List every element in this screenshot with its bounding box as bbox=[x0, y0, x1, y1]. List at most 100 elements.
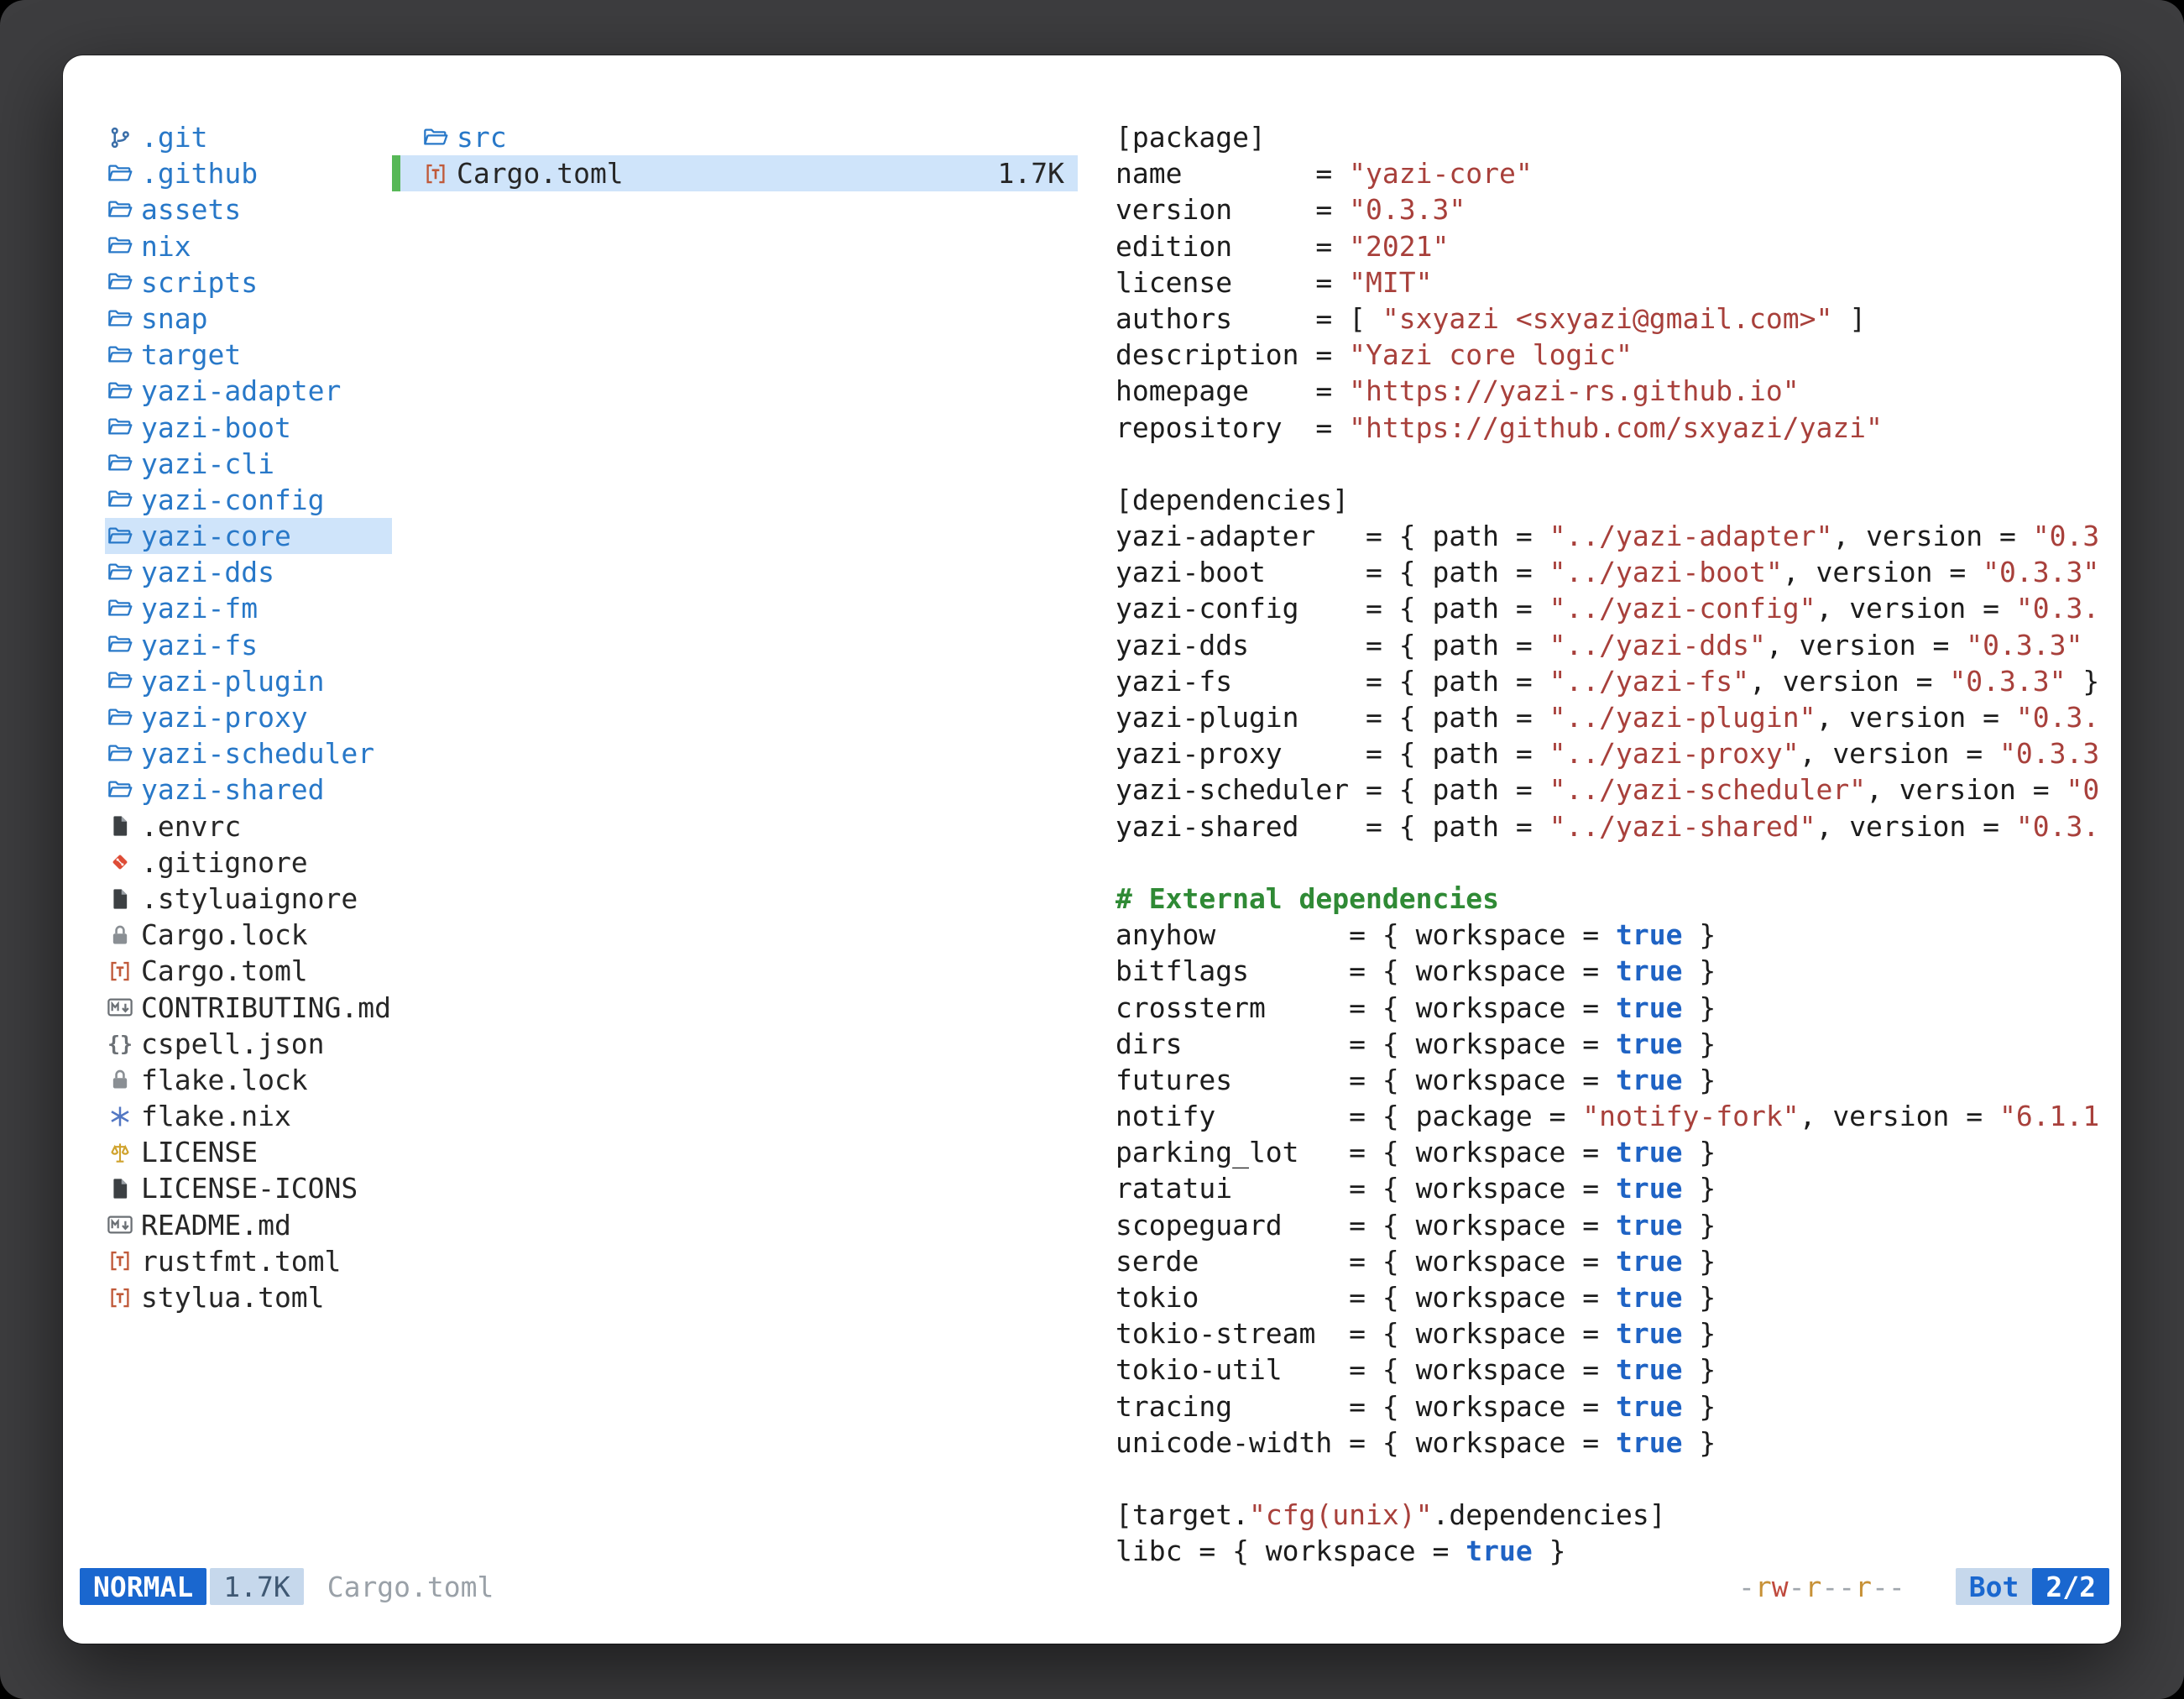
preview-line: repository = "https://github.com/sxyazi/… bbox=[1116, 410, 2121, 446]
folder-icon bbox=[105, 667, 135, 694]
parent-row-.envrc[interactable]: .envrc bbox=[105, 808, 392, 844]
toml-icon bbox=[105, 959, 135, 984]
preview-line: yazi-config = { path = "../yazi-config",… bbox=[1116, 590, 2121, 626]
preview-line: yazi-scheduler = { path = "../yazi-sched… bbox=[1116, 771, 2121, 808]
preview-line: yazi-dds = { path = "../yazi-dds", versi… bbox=[1116, 627, 2121, 663]
parent-row-.github[interactable]: .github bbox=[105, 155, 392, 191]
parent-row-yazi-config[interactable]: yazi-config bbox=[105, 482, 392, 518]
preview-line: edition = "2021" bbox=[1116, 228, 2121, 264]
parent-row-cspell.json[interactable]: {}cspell.json bbox=[105, 1026, 392, 1062]
file-name: yazi-proxy bbox=[141, 699, 308, 735]
status-filename: Cargo.toml bbox=[327, 1571, 494, 1603]
parent-row-yazi-plugin[interactable]: yazi-plugin bbox=[105, 663, 392, 699]
current-row-src[interactable]: src bbox=[392, 119, 1078, 155]
parent-row-snap[interactable]: snap bbox=[105, 301, 392, 337]
parent-row-README.md[interactable]: README.md bbox=[105, 1207, 392, 1243]
folder-icon bbox=[105, 559, 135, 586]
parent-row-rustfmt.toml[interactable]: rustfmt.toml bbox=[105, 1243, 392, 1279]
parent-row-yazi-proxy[interactable]: yazi-proxy bbox=[105, 699, 392, 735]
file-name: yazi-scheduler bbox=[141, 735, 374, 771]
parent-row-.gitignore[interactable]: .gitignore bbox=[105, 844, 392, 881]
preview-line: # External dependencies bbox=[1116, 881, 2121, 917]
parent-row-target[interactable]: target bbox=[105, 337, 392, 373]
preview-line: yazi-plugin = { path = "../yazi-plugin",… bbox=[1116, 699, 2121, 735]
file-name: yazi-dds bbox=[141, 554, 274, 590]
preview-line: tokio-stream = { workspace = true } bbox=[1116, 1315, 2121, 1351]
current-row-Cargo.toml[interactable]: Cargo.toml1.7K bbox=[392, 155, 1078, 191]
file-name: rustfmt.toml bbox=[141, 1243, 341, 1279]
preview-line: notify = { package = "notify-fork", vers… bbox=[1116, 1098, 2121, 1134]
preview-line: [dependencies] bbox=[1116, 482, 2121, 518]
folder-icon bbox=[105, 595, 135, 622]
folder-icon bbox=[105, 631, 135, 658]
file-name: yazi-core bbox=[141, 518, 291, 554]
parent-row-nix[interactable]: nix bbox=[105, 228, 392, 264]
parent-row-Cargo.toml[interactable]: Cargo.toml bbox=[105, 953, 392, 989]
parent-row-yazi-boot[interactable]: yazi-boot bbox=[105, 410, 392, 446]
preview-line: parking_lot = { workspace = true } bbox=[1116, 1134, 2121, 1170]
preview-line: yazi-fs = { path = "../yazi-fs", version… bbox=[1116, 663, 2121, 699]
file-name: target bbox=[141, 337, 241, 373]
parent-row-yazi-shared[interactable]: yazi-shared bbox=[105, 771, 392, 808]
file-name: cspell.json bbox=[141, 1026, 325, 1062]
parent-row-.styluaignore[interactable]: .styluaignore bbox=[105, 881, 392, 917]
preview-line: license = "MIT" bbox=[1116, 264, 2121, 301]
parent-row-yazi-cli[interactable]: yazi-cli bbox=[105, 446, 392, 482]
parent-row-yazi-scheduler[interactable]: yazi-scheduler bbox=[105, 735, 392, 771]
scroll-position-indicator: Bot bbox=[1956, 1568, 2033, 1605]
parent-row-yazi-adapter[interactable]: yazi-adapter bbox=[105, 373, 392, 409]
parent-row-scripts[interactable]: scripts bbox=[105, 264, 392, 301]
folder-icon bbox=[105, 523, 135, 550]
file-name: snap bbox=[141, 301, 207, 337]
lock-icon bbox=[105, 1068, 135, 1091]
folder-icon bbox=[105, 776, 135, 803]
preview-line: name = "yazi-core" bbox=[1116, 155, 2121, 191]
parent-row-yazi-fm[interactable]: yazi-fm bbox=[105, 590, 392, 626]
parent-row-.git[interactable]: .git bbox=[105, 119, 392, 155]
file-name: yazi-config bbox=[141, 482, 325, 518]
markdown-icon bbox=[105, 994, 135, 1021]
file-name: yazi-boot bbox=[141, 410, 291, 446]
parent-row-flake.lock[interactable]: flake.lock bbox=[105, 1062, 392, 1098]
parent-row-yazi-core[interactable]: yazi-core bbox=[105, 518, 392, 554]
parent-row-assets[interactable]: assets bbox=[105, 191, 392, 227]
file-name: stylua.toml bbox=[141, 1279, 325, 1315]
preview-line: [target."cfg(unix)".dependencies] bbox=[1116, 1497, 2121, 1533]
preview-line: tokio = { workspace = true } bbox=[1116, 1279, 2121, 1315]
parent-row-yazi-fs[interactable]: yazi-fs bbox=[105, 627, 392, 663]
folder-icon bbox=[105, 486, 135, 513]
parent-row-yazi-dds[interactable]: yazi-dds bbox=[105, 554, 392, 590]
preview-line: description = "Yazi core logic" bbox=[1116, 337, 2121, 373]
file-size: 1.7K bbox=[998, 155, 1064, 191]
preview-line: ratatui = { workspace = true } bbox=[1116, 1170, 2121, 1206]
parent-row-Cargo.lock[interactable]: Cargo.lock bbox=[105, 917, 392, 953]
preview-line bbox=[1116, 844, 2121, 881]
parent-row-LICENSE-ICONS[interactable]: LICENSE-ICONS bbox=[105, 1170, 392, 1206]
file-icon bbox=[105, 1177, 135, 1200]
folder-icon bbox=[105, 414, 135, 441]
parent-row-LICENSE[interactable]: LICENSE bbox=[105, 1134, 392, 1170]
file-name: assets bbox=[141, 191, 241, 227]
yazi-file-manager-window: .git.githubassetsnixscriptssnaptargetyaz… bbox=[63, 55, 2121, 1644]
file-name: README.md bbox=[141, 1207, 291, 1243]
git-icon bbox=[105, 125, 135, 150]
json-icon: {} bbox=[105, 1026, 135, 1062]
file-size-indicator: 1.7K bbox=[210, 1568, 303, 1605]
toml-icon bbox=[105, 1248, 135, 1273]
file-name: LICENSE-ICONS bbox=[141, 1170, 358, 1206]
preview-line: unicode-width = { workspace = true } bbox=[1116, 1425, 2121, 1461]
preview-line: tokio-util = { workspace = true } bbox=[1116, 1351, 2121, 1388]
parent-row-CONTRIBUTING.md[interactable]: CONTRIBUTING.md bbox=[105, 990, 392, 1026]
folder-icon bbox=[105, 269, 135, 295]
lock-icon bbox=[105, 923, 135, 947]
folder-icon bbox=[105, 378, 135, 405]
status-bar: NORMAL 1.7K Cargo.toml -rw-r--r-- Bot 2/… bbox=[80, 1568, 2109, 1605]
preview-line bbox=[1116, 446, 2121, 482]
parent-row-stylua.toml[interactable]: stylua.toml bbox=[105, 1279, 392, 1315]
mode-indicator: NORMAL bbox=[80, 1568, 206, 1605]
file-icon bbox=[105, 814, 135, 838]
file-name: flake.nix bbox=[141, 1098, 291, 1134]
current-directory-pane: srcCargo.toml1.7K bbox=[392, 119, 1078, 1568]
folder-icon bbox=[105, 196, 135, 223]
parent-row-flake.nix[interactable]: flake.nix bbox=[105, 1098, 392, 1134]
